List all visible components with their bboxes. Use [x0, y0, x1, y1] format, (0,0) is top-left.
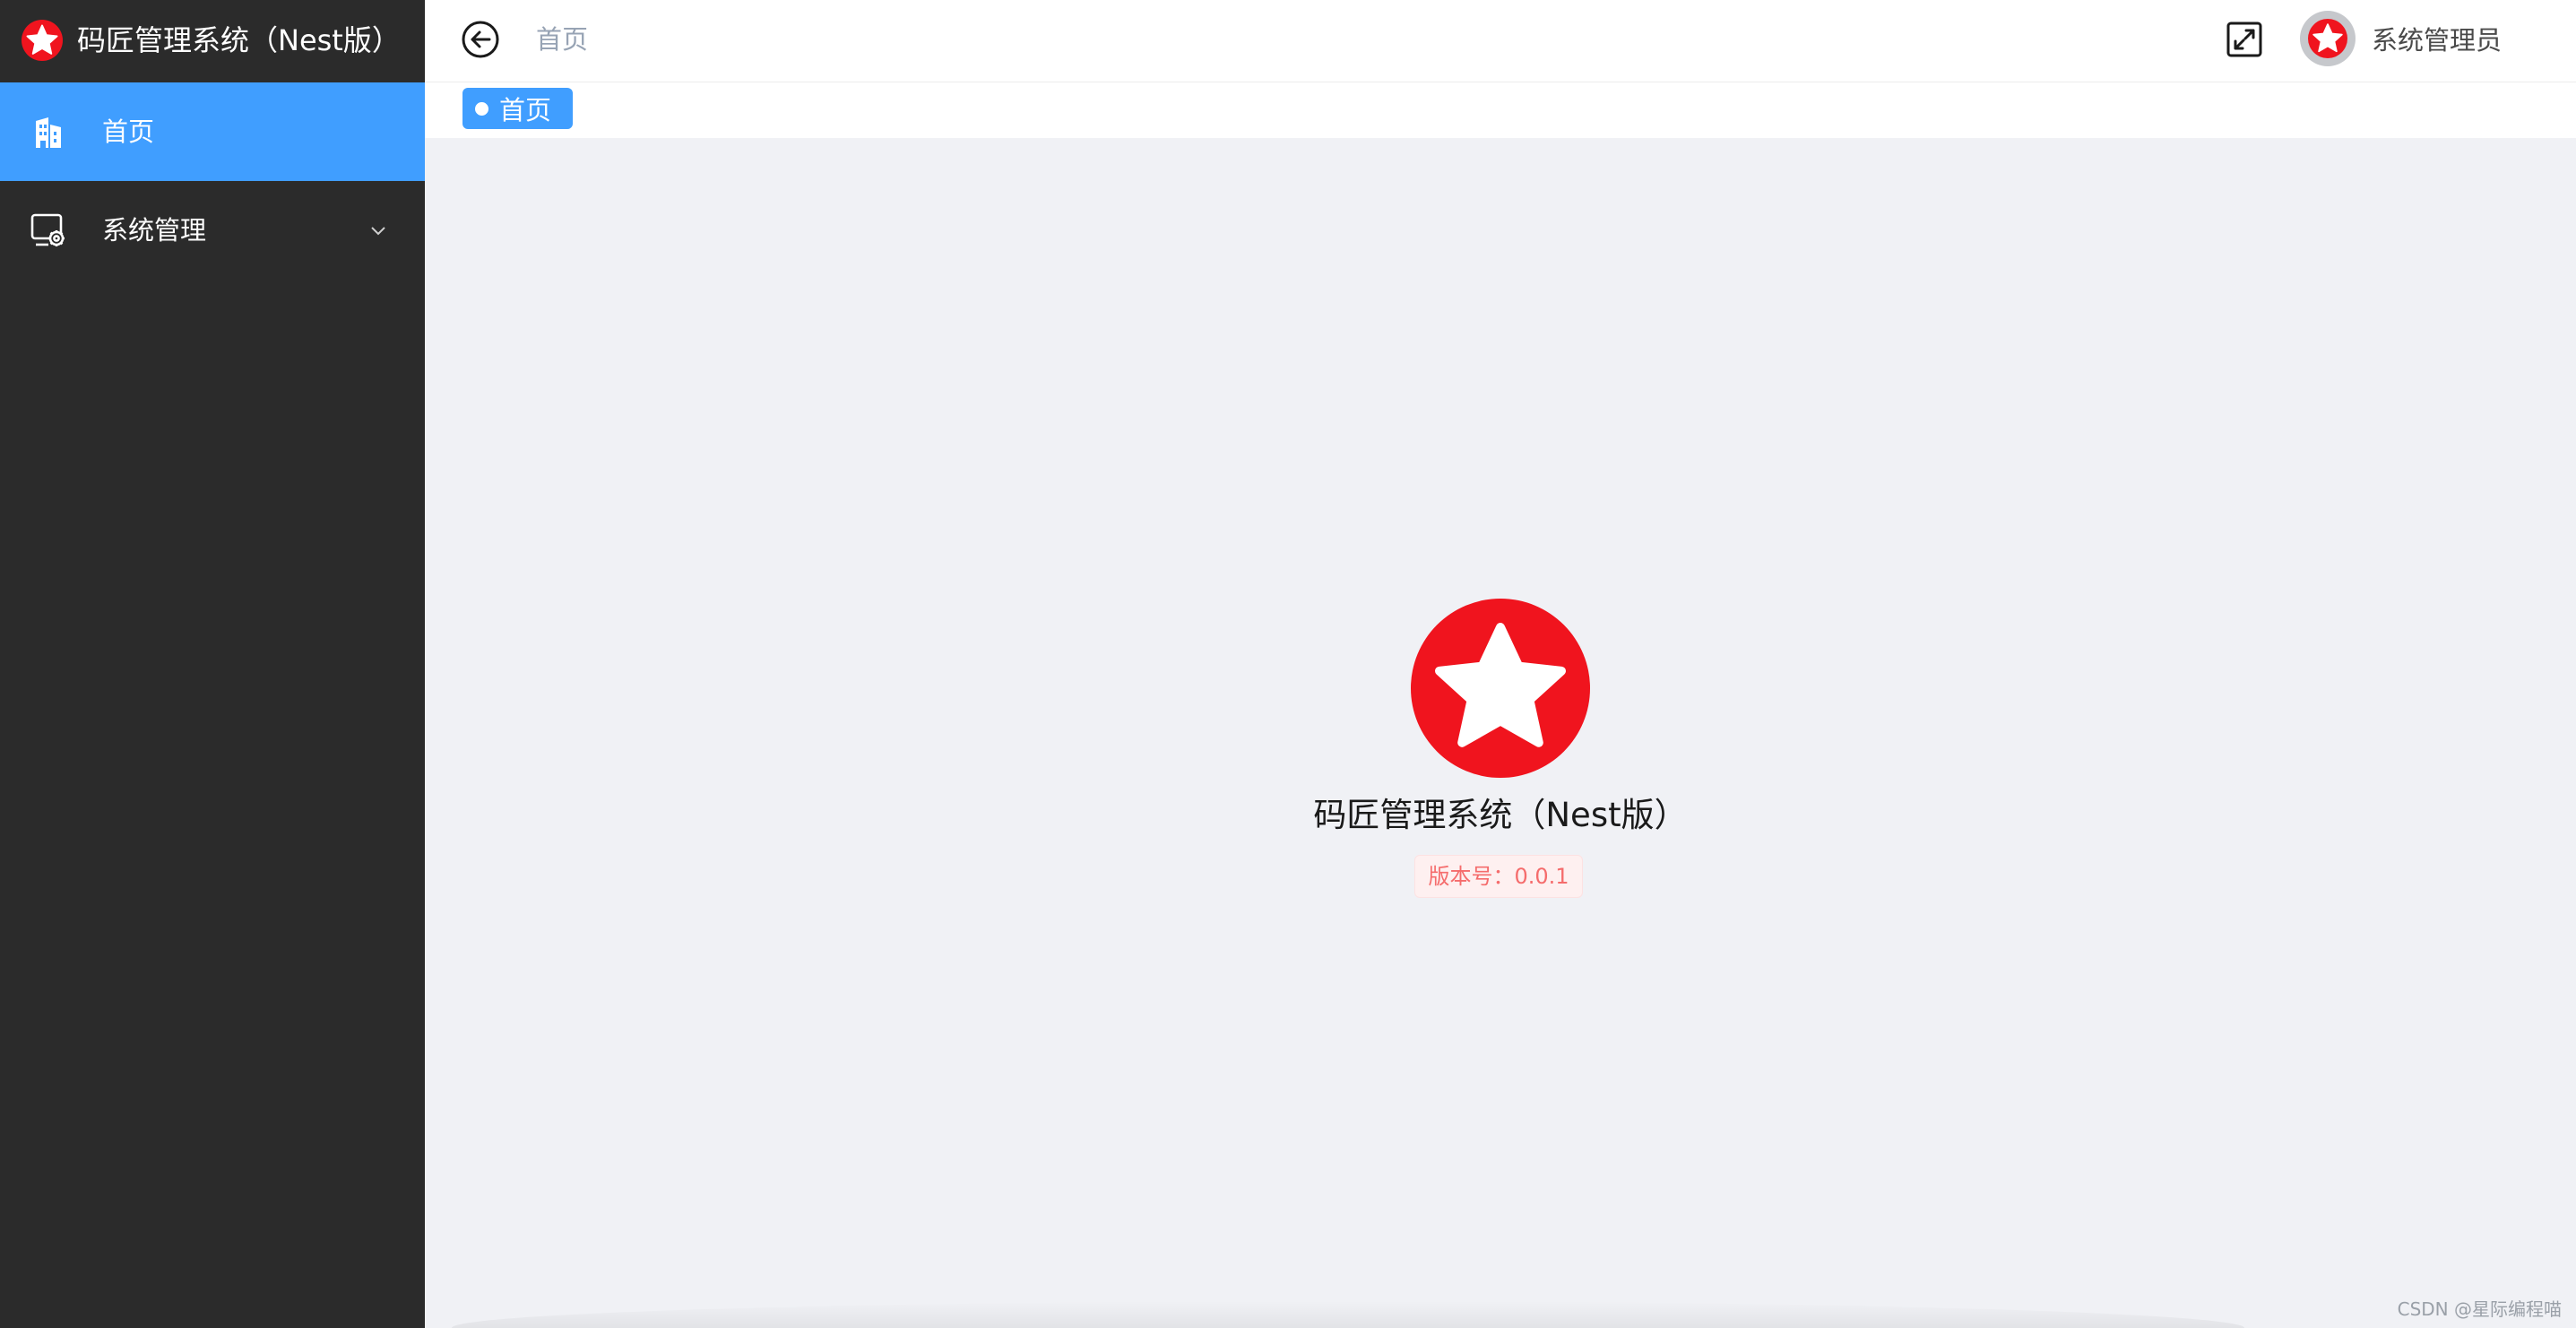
star-logo-icon: [22, 20, 63, 61]
footer-shadow: [452, 1301, 2244, 1328]
version-badge: 版本号：0.0.1: [1414, 855, 1583, 898]
brand[interactable]: 码匠管理系统（Nest版）: [0, 0, 425, 82]
active-dot: [475, 101, 488, 116]
tab-home[interactable]: 首页: [462, 88, 574, 129]
chevron-down-icon: [371, 227, 385, 236]
brand-title: 码匠管理系统（Nest版）: [77, 23, 401, 57]
sidebar-item-system-management[interactable]: 系统管理: [0, 181, 425, 280]
sidebar-item-label: 系统管理: [102, 215, 207, 246]
tabs-bar: 首页: [425, 82, 2576, 138]
building-icon: [36, 117, 61, 148]
username[interactable]: 系统管理员: [2372, 20, 2502, 61]
system-title: 码匠管理系统（Nest版）: [1313, 796, 1688, 834]
top-header: 首页 系统管理员: [425, 0, 2576, 82]
star-logo-icon: [2308, 19, 2347, 58]
watermark: CSDN @星际编程喵: [2397, 1298, 2562, 1320]
expand-icon[interactable]: [2225, 20, 2264, 59]
app-root: 码匠管理系统（Nest版） 首页 系统管理 首页 系统管理员 首页 码匠管理系统…: [0, 0, 2576, 1328]
sidebar-item-label: 首页: [102, 116, 155, 147]
tab-label: 首页: [499, 95, 552, 125]
arrow-left-circle-icon[interactable]: [461, 20, 500, 59]
avatar[interactable]: [2300, 11, 2356, 66]
star-logo-icon: [1411, 599, 1590, 778]
sidebar: 码匠管理系统（Nest版） 首页 系统管理: [0, 0, 425, 1328]
main-content: 码匠管理系统（Nest版） 版本号：0.0.1 CSDN @星际编程喵: [425, 138, 2576, 1328]
monitor-settings-icon: [30, 213, 65, 246]
sidebar-item-home[interactable]: 首页: [0, 82, 425, 181]
breadcrumb[interactable]: 首页: [536, 20, 588, 59]
